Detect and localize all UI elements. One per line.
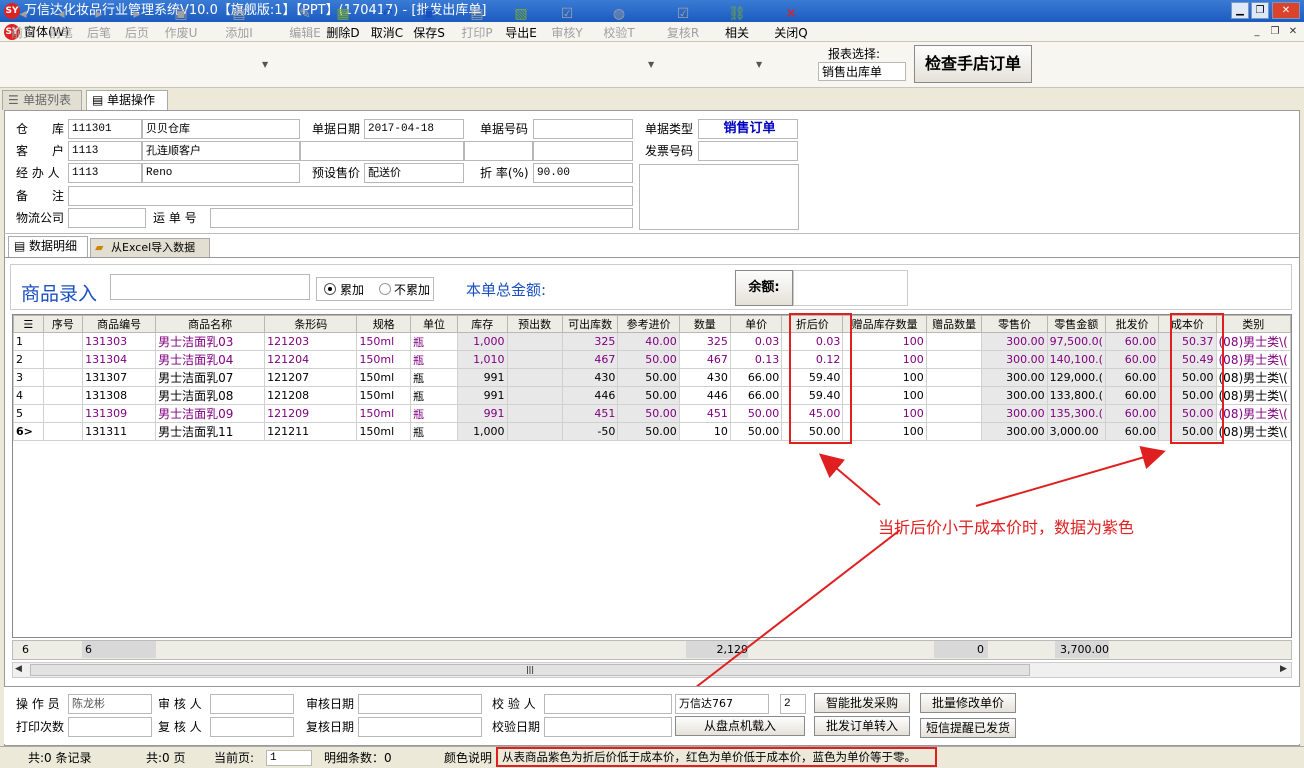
operator-label: 操 作 员 <box>16 697 60 711</box>
check-date-field[interactable] <box>544 717 672 737</box>
annotation-arrows <box>626 446 1166 741</box>
batch-edit-price-button[interactable]: 批量修改单价 <box>920 693 1016 713</box>
arrow-to-discount <box>818 453 881 506</box>
store-field[interactable]: 万信达767 <box>675 694 769 714</box>
checker-field[interactable] <box>544 694 672 714</box>
audit-date-field[interactable] <box>358 694 482 714</box>
detail-count: 明细条数：0 <box>324 751 392 765</box>
review-date-field[interactable] <box>358 717 482 737</box>
record-count: 共:0 条记录 <box>28 751 92 765</box>
operator-field[interactable]: 陈龙彬 <box>68 694 152 714</box>
audit-date-label: 审核日期 <box>306 697 355 711</box>
print-count-field[interactable] <box>68 717 152 737</box>
auditor-field[interactable] <box>210 694 294 714</box>
print-count-label: 打印次数 <box>16 720 65 734</box>
smart-purchase-button[interactable]: 智能批发采购 <box>814 693 910 713</box>
check-date-label: 校验日期 <box>492 720 541 734</box>
color-legend-label: 颜色说明 <box>444 751 493 765</box>
reviewer-field[interactable] <box>210 717 294 737</box>
reviewer-label: 复 核 人 <box>158 720 202 734</box>
current-page-input[interactable]: 1 <box>266 750 312 766</box>
annotation-text: 当折后价小于成本价时，数据为紫色 <box>878 518 1135 537</box>
load-from-scanner-button[interactable]: 从盘点机载入 <box>675 716 805 736</box>
review-date-label: 复核日期 <box>306 720 355 734</box>
arrow-to-cost <box>975 446 1166 507</box>
sms-shipped-button[interactable]: 短信提醒已发货 <box>920 718 1016 738</box>
auditor-label: 审 核 人 <box>158 697 202 711</box>
current-page-label: 当前页: <box>214 751 255 765</box>
page-count: 共:0 页 <box>146 751 186 765</box>
color-legend-note: 从表商品紫色为折后价低于成本价，红色为单价低于成本价，蓝色为单价等于零。 <box>496 747 937 767</box>
checker-label: 校 验 人 <box>492 697 536 711</box>
wholesale-order-import-button[interactable]: 批发订单转入 <box>814 716 910 736</box>
store-num-field[interactable]: 2 <box>780 694 806 714</box>
